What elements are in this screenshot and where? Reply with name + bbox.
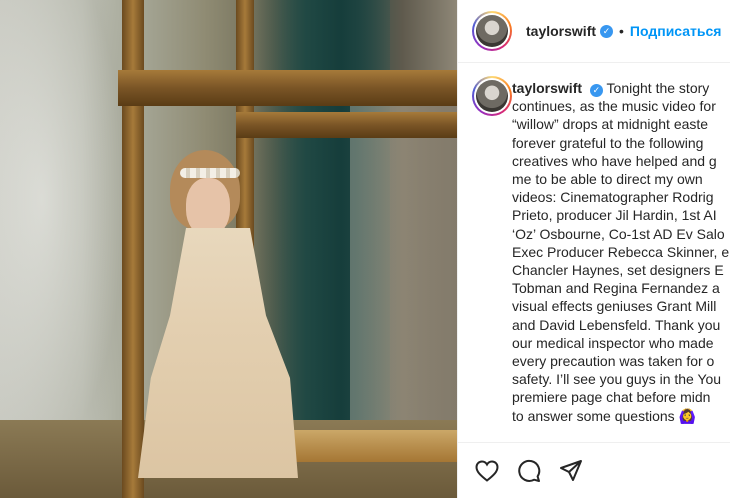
post-actions: [458, 442, 730, 498]
face: [186, 178, 230, 236]
caption-line: videos: Cinematographer Rodrig: [512, 189, 714, 206]
caption-line: safety. I’ll see you guys in the You: [512, 371, 722, 388]
caption-line: premiere page chat before midn: [512, 389, 711, 406]
caption-avatar[interactable]: [472, 76, 512, 116]
heart-icon[interactable]: [474, 458, 500, 484]
frame-beam-lower: [236, 112, 457, 138]
header-username[interactable]: taylorswift: [526, 23, 596, 39]
caption-line: “willow” drops at midnight easte: [512, 116, 709, 133]
lace-dress: [138, 228, 298, 478]
share-icon[interactable]: [558, 458, 584, 484]
caption-line: and David Lebensfeld. Thank you: [512, 316, 721, 333]
caption-line: continues, as the music video for: [512, 98, 716, 115]
woman-kneeling: [130, 150, 310, 490]
follow-button[interactable]: Подписаться: [630, 23, 722, 39]
caption-line: Prieto, producer Jil Hardin, 1st AI: [512, 207, 717, 224]
caption-line: our medical inspector who made: [512, 334, 714, 351]
caption-line: forever grateful to the following: [512, 134, 704, 151]
caption-username[interactable]: taylorswift: [512, 80, 582, 96]
caption-line: every precaution was taken for o: [512, 353, 715, 370]
caption-line: creatives who have helped and g: [512, 152, 717, 169]
caption-line: Exec Producer Rebecca Skinner, e: [512, 243, 730, 260]
post-sidebar: taylorswift ✓ • Подписаться taylorswift …: [457, 0, 730, 498]
caption-line: Chancler Haynes, set designers E: [512, 262, 724, 279]
avatar-image: [476, 15, 508, 47]
post-header: taylorswift ✓ • Подписаться: [458, 0, 730, 63]
caption-line: to answer some questions 🙆‍♀️: [512, 407, 696, 424]
avatar[interactable]: [472, 11, 512, 51]
caption-avatar-image: [476, 80, 508, 112]
verified-icon: ✓: [600, 24, 614, 38]
caption-line: visual effects geniuses Grant Mill: [512, 298, 717, 315]
caption-line: me to be able to direct my own: [512, 171, 703, 188]
caption-line: Tonight the story: [606, 80, 710, 96]
comments-section[interactable]: taylorswift ✓ Tonight the story continue…: [458, 64, 730, 442]
caption-avatar-row: [472, 76, 512, 116]
flower-crown: [180, 168, 240, 178]
caption-verified-icon: ✓: [582, 80, 607, 97]
frame-beam-upper: [118, 70, 457, 106]
caption-text: taylorswift ✓ Tonight the story continue…: [512, 79, 730, 425]
separator-dot: •: [619, 23, 624, 39]
caption-line: Tobman and Regina Fernandez a: [512, 280, 720, 297]
caption-line: ‘Oz’ Osbourne, Co-1st AD Ev Salo: [512, 225, 725, 242]
post-photo[interactable]: [0, 0, 457, 498]
comment-icon[interactable]: [516, 458, 542, 484]
